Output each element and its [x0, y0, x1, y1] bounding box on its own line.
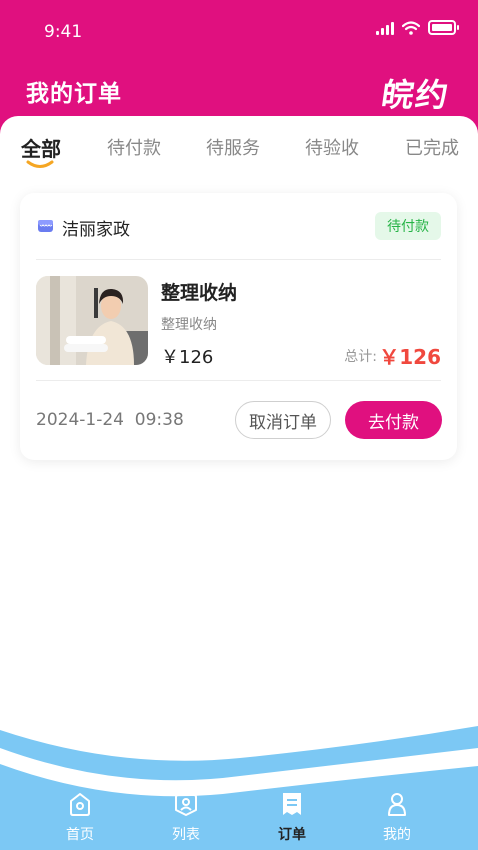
- tab-pending-payment[interactable]: 待付款: [107, 134, 161, 160]
- status-icons: [376, 20, 459, 35]
- nav-profile[interactable]: 我的: [367, 790, 427, 844]
- status-time: 9:41: [44, 22, 83, 42]
- tab-pending-acceptance[interactable]: 待验收: [305, 134, 359, 160]
- total-label: 总计:: [344, 349, 377, 365]
- nav-label: 我的: [383, 827, 411, 843]
- active-tab-indicator: [26, 160, 54, 168]
- wifi-icon: [402, 20, 420, 35]
- shop-icon: [38, 220, 53, 232]
- order-tabs: 全部 待付款 待服务 待验收 已完成: [0, 134, 478, 178]
- list-icon: [175, 794, 197, 816]
- service-name[interactable]: 整理收纳: [161, 278, 237, 305]
- service-subtitle: 整理收纳: [161, 317, 217, 333]
- divider: [36, 259, 441, 260]
- store-name[interactable]: 洁丽家政: [62, 215, 130, 240]
- order-time: 2024-1-24 09:38: [36, 410, 184, 430]
- battery-icon: [428, 20, 459, 35]
- nav-label: 订单: [278, 827, 306, 843]
- home-icon: [70, 793, 90, 816]
- nav-orders[interactable]: 订单: [262, 790, 322, 844]
- page-title: 我的订单: [26, 81, 122, 107]
- service-thumbnail[interactable]: [36, 276, 148, 365]
- tab-all[interactable]: 全部: [21, 133, 61, 162]
- cellular-signal-icon: [376, 21, 394, 35]
- total-price: ￥126: [379, 345, 441, 369]
- nav-label: 首页: [66, 827, 94, 843]
- tab-completed[interactable]: 已完成: [405, 134, 459, 160]
- nav-label: 列表: [172, 827, 200, 843]
- profile-icon: [388, 793, 406, 816]
- tab-pending-service[interactable]: 待服务: [206, 134, 260, 160]
- unit-price: ￥126: [161, 347, 214, 368]
- brand-logo: 皖约: [379, 76, 453, 114]
- cancel-order-button[interactable]: 取消订单: [235, 401, 331, 439]
- order-card[interactable]: 洁丽家政 待付款 整理收纳 整理收纳 ￥126 总计: ￥126 2024-1-…: [20, 193, 457, 460]
- status-badge: 待付款: [375, 212, 441, 240]
- pay-button[interactable]: 去付款: [345, 401, 442, 439]
- nav-home[interactable]: 首页: [50, 790, 110, 844]
- nav-list[interactable]: 列表: [156, 790, 216, 844]
- order-icon: [283, 793, 301, 815]
- divider: [36, 380, 441, 381]
